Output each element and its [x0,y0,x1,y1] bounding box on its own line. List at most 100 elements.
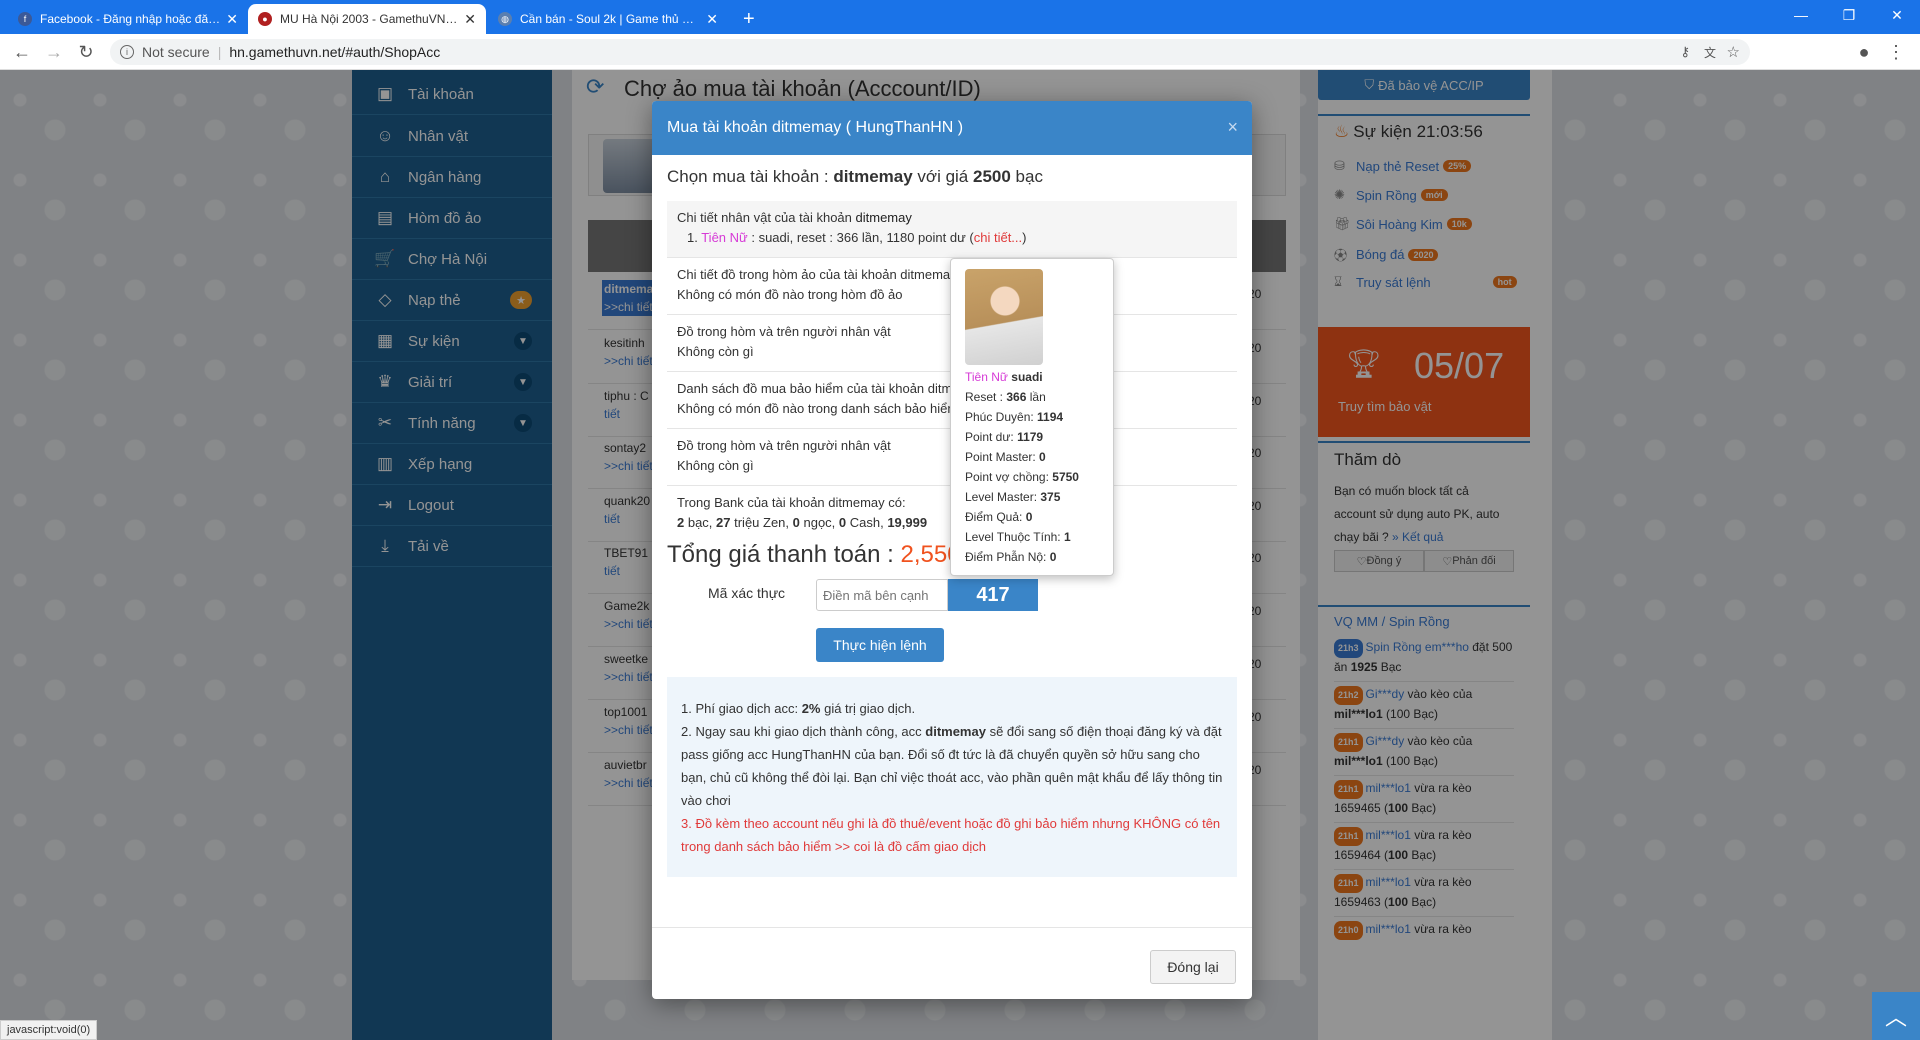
tab-title: Cần bán - Soul 2k | Game thủ Việt [520,12,701,26]
char-class: Tiên Nữ [701,230,748,245]
stat-label: Level Thuộc Tính: [965,530,1064,544]
modal-header: Mua tài khoản ditmemay ( HungThanHN ) × [652,101,1252,155]
close-button[interactable]: Đóng lại [1150,950,1236,984]
chevron-up-icon: ︿ [1884,1005,1907,1030]
menu-kebab-icon[interactable]: ⋮ [1884,40,1908,64]
stat-label: Point vợ chồng: [965,470,1053,484]
note-2-owner: HungThanHN [771,747,851,762]
popover-stat-row: Điểm Phẫn Nộ: 0 [965,547,1099,567]
bank-ngoc: 0 [792,515,800,530]
bookmark-star-icon[interactable]: ☆ [1727,43,1740,61]
stat-value: 0 [1049,550,1057,564]
omnibox-divider: | [217,44,222,60]
stat-label: Phúc Duyên: [965,410,1038,424]
bank-zen: 27 [716,515,731,530]
scroll-top-button[interactable]: ︿ [1872,992,1920,1040]
char-line-mid: : [747,230,759,245]
note-1-post: giá trị giao dịch. [820,701,916,716]
tab-title: MU Hà Nội 2003 - GamethuVN.net [280,12,459,26]
mu-favicon-icon: ● [258,12,272,26]
bank-sep: ngọc, [799,515,839,530]
char-name: suadi [758,230,790,245]
close-tab-icon[interactable]: ✕ [226,11,238,28]
popover-stat-row: Point dư: 1179 [965,427,1099,447]
popover-stat-row: Point Master: 0 [965,447,1099,467]
popover-heading: Tiên Nữ suadi [965,367,1099,387]
close-window-icon[interactable]: ✕ [1874,0,1920,30]
tab-mu-hanoi[interactable]: ● MU Hà Nội 2003 - GamethuVN.net ✕ [248,4,486,34]
bank-extra: 19,999 [887,515,928,530]
modal-footer-divider [652,927,1252,928]
purchase-lead: Chọn mua tài khoản : ditmemay với giá 25… [667,167,1043,187]
profile-avatar-icon[interactable]: ● [1852,40,1876,64]
tab-title: Facebook - Đăng nhập hoặc đăng ký [40,12,221,26]
address-bar: ← → ↻ i Not secure | hn.gamethuvn.net/#a… [0,34,1920,70]
captcha-code: 417 [948,579,1038,611]
modal-title: Mua tài khoản ditmemay ( HungThanHN ) [667,119,964,136]
captcha-input[interactable] [816,579,948,611]
note-1: 1. Phí giao dịch acc: 2% giá trị giao dị… [681,697,1223,720]
char-line-pre: 1. [687,230,702,245]
bank-sep: triệu Zen, [730,515,793,530]
lead-mid: với giá [912,167,973,186]
stat-label: Reset : [965,390,1007,404]
translate-icon[interactable]: 文 [1704,44,1716,61]
restore-icon[interactable]: ❐ [1826,0,1872,30]
omnibox[interactable]: i Not secure | hn.gamethuvn.net/#auth/Sh… [110,39,1750,65]
lead-price: 2500 [972,167,1011,186]
bank-sep: Cash, [846,515,888,530]
stat-label: Point dư: [965,430,1018,444]
stat-value: 1194 [1037,410,1064,424]
globe-icon: ◍ [498,12,512,26]
stat-label: Điểm Quả: [965,510,1026,524]
forward-icon[interactable]: → [42,40,66,64]
stat-value: 0 [1025,510,1033,524]
character-portrait [965,269,1043,365]
note-1-pre: 1. Phí giao dịch acc: [681,701,802,716]
bank-sep: bạc, [684,515,717,530]
tab-gamethuviet[interactable]: ◍ Cần bán - Soul 2k | Game thủ Việt ✕ [488,4,728,34]
url-text[interactable]: hn.gamethuvn.net/#auth/ShopAcc [229,44,440,60]
back-icon[interactable]: ← [10,40,34,64]
stat-value: 1 [1063,530,1071,544]
stat-label: Point Master: [965,450,1040,464]
char-detail-link[interactable]: chi tiết... [974,230,1022,245]
reload-icon[interactable]: ↻ [74,40,98,64]
security-label: Not secure [142,44,210,60]
popover-stat-row: Điểm Quả: 0 [965,507,1099,527]
popover-stat-row: Phúc Duyên: 1194 [965,407,1099,427]
popover-class: Tiên Nữ [965,370,1008,384]
note-2-account: ditmemay [925,724,986,739]
browser-tab-strip: f Facebook - Đăng nhập hoặc đăng ký ✕ ● … [0,0,1920,34]
popover-stat-row: Point vợ chồng: 5750 [965,467,1099,487]
key-icon[interactable]: ⚷ [1680,44,1690,60]
stat-value: 1179 [1017,430,1044,444]
popover-stat-row: Level Master: 375 [965,487,1099,507]
note-2: 2. Ngay sau khi giao dịch thành công, ac… [681,720,1223,812]
character-popover: Tiên Nữ suadi Reset : 366 lần Phúc Duyên:… [950,258,1114,576]
info-icon[interactable]: i [120,45,134,59]
status-bar: javascript:void(0) [0,1020,98,1040]
tab-facebook[interactable]: f Facebook - Đăng nhập hoặc đăng ký ✕ [8,4,248,34]
note-2-a: 2. Ngay sau khi giao dịch thành công, ac… [681,724,926,739]
char-detail-account: ditmemay [855,210,912,225]
stat-label: Điểm Phẫn Nộ: [965,550,1050,564]
popover-stats: Reset : 366 lần Phúc Duyên: 1194 Point dư:… [965,387,1099,567]
popover-name: suadi [1011,370,1043,384]
minimize-icon[interactable]: — [1778,0,1824,30]
notes-box: 1. Phí giao dịch acc: 2% giá trị giao dị… [667,677,1237,877]
new-tab-button[interactable]: + [735,4,769,34]
close-tab-icon[interactable]: ✕ [464,11,476,28]
character-detail-block: Chi tiết nhân vật của tài khoản ditmemay… [667,201,1237,258]
close-tab-icon[interactable]: ✕ [706,11,718,28]
facebook-icon: f [18,12,32,26]
lead-unit: bạc [1010,167,1043,186]
submit-button[interactable]: Thực hiện lệnh [816,628,944,662]
popover-stat-row: Level Thuộc Tính: 1 [965,527,1099,547]
close-icon[interactable]: × [1227,117,1238,138]
captcha-label: Mã xác thực [708,585,786,601]
stat-value: 375 [1040,490,1061,504]
stat-label: Level Master: [965,490,1041,504]
char-line-rest: , reset : 366 lần, 1180 point dư ( [789,230,974,245]
char-line-end: ) [1022,230,1027,245]
